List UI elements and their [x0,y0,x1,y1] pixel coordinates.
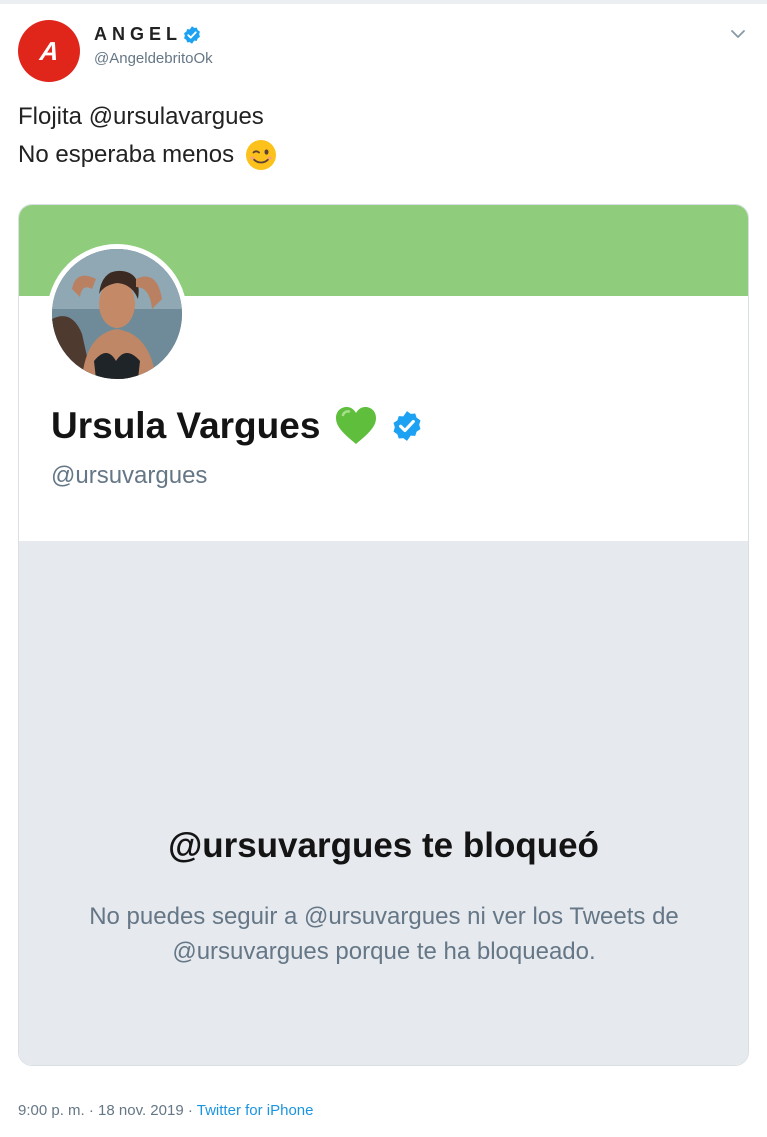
blocked-title: @ursuvargues te bloqueó [168,826,599,865]
verified-badge-icon [390,409,424,443]
profile-photo-icon [52,249,182,379]
meta-separator: · [88,1102,94,1119]
blocked-message: No puedes seguir a @ursuvargues ni ver l… [89,903,679,965]
verified-badge-icon [182,25,202,45]
author-avatar[interactable]: A [18,20,80,82]
tweet-text-line: No esperaba menos [18,136,278,174]
avatar-letter: A [38,35,61,66]
profile-avatar[interactable] [47,244,187,384]
tweet-text: Flojita @ursulavargues No esperaba menos [18,98,278,174]
tweet-text-line-content: No esperaba menos [18,141,235,168]
meta-separator: · [187,1102,193,1119]
blocked-notice-panel: @ursuvargues te bloqueó No puedes seguir… [19,541,748,1065]
tweet-date[interactable]: 18 nov. 2019 [98,1102,184,1119]
tweet-source-link[interactable]: Twitter for iPhone [197,1102,314,1119]
tweet-meta: 9:00 p. m. · 18 nov. 2019 · Twitter for … [18,1102,313,1119]
green-heart-icon [334,406,378,446]
profile-name[interactable]: Ursula Vargues [51,405,320,447]
profile-name-row: Ursula Vargues [51,405,424,447]
profile-handle[interactable]: @ursuvargues [51,462,207,490]
wink-emoji-icon [244,138,278,172]
profile-card[interactable]: Ursula Vargues @ursuvargues @ursuvargues… [18,204,749,1066]
author-name-row: ANGEL [94,24,213,45]
tweet-time[interactable]: 9:00 p. m. [18,1102,85,1119]
tweet-text-line: Flojita @ursulavargues [18,103,264,130]
author-handle[interactable]: @AngeldebritoOk [94,50,213,67]
author-name[interactable]: ANGEL [94,24,182,45]
top-divider [0,0,767,4]
author-block: ANGEL @AngeldebritoOk [94,24,213,67]
chevron-down-icon[interactable] [728,24,748,44]
